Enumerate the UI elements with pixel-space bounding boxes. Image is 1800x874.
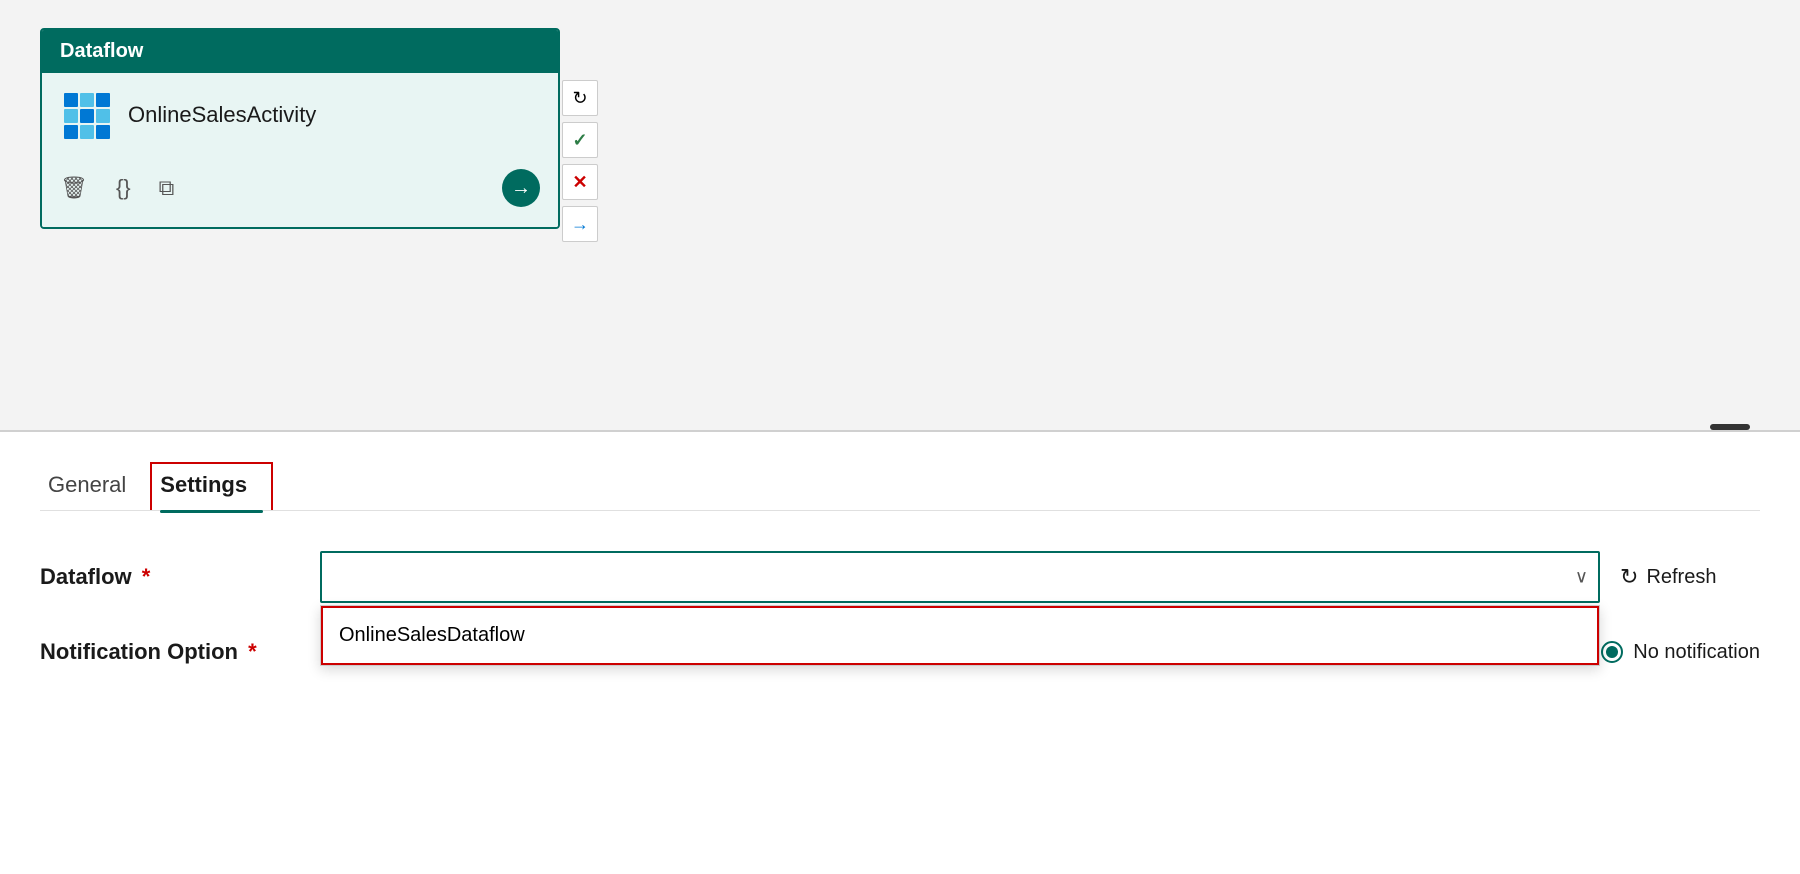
refresh-label: Refresh — [1646, 566, 1716, 589]
notification-required-star: * — [242, 639, 257, 664]
notification-label: Notification Option * — [40, 639, 320, 665]
dataflow-node-actions: 🗑 {} ⧉ → — [60, 169, 540, 207]
braces-icon[interactable]: {} — [116, 175, 131, 201]
delete-icon[interactable]: 🗑 — [60, 175, 88, 201]
tab-general-label: General — [48, 472, 126, 497]
no-notification-radio[interactable] — [1601, 641, 1623, 663]
tab-general[interactable]: General — [40, 464, 150, 510]
dataflow-dropdown-wrapper: ∨ OnlineSalesDataflow — [320, 551, 1600, 603]
dataflow-node-title: Dataflow — [60, 40, 143, 62]
settings-panel: General Settings Dataflow * ∨ OnlineSale… — [0, 432, 1800, 874]
refresh-icon: ↻ — [1620, 564, 1638, 590]
activity-name: OnlineSalesActivity — [128, 102, 316, 128]
cross-connector[interactable]: ✕ — [562, 164, 598, 200]
copy-icon[interactable]: ⧉ — [159, 175, 175, 201]
arrow-icon: → — [511, 177, 531, 200]
dataflow-grid-icon — [60, 89, 112, 141]
dataflow-dropdown-input[interactable] — [320, 551, 1600, 603]
redo-connector[interactable]: ↻ — [562, 80, 598, 116]
dataflow-node-body: OnlineSalesActivity 🗑 {} ⧉ → — [42, 73, 558, 227]
tab-settings-label: Settings — [160, 472, 247, 497]
check-icon: ✓ — [572, 130, 587, 151]
check-connector[interactable]: ✓ — [562, 122, 598, 158]
dataflow-node-header: Dataflow — [42, 30, 558, 73]
side-connectors: ↻ ✓ ✕ → — [562, 80, 598, 242]
dataflow-field-row: Dataflow * ∨ OnlineSalesDataflow ↻ Refre… — [40, 551, 1760, 603]
tab-settings[interactable]: Settings — [150, 462, 273, 510]
refresh-button[interactable]: ↻ Refresh — [1620, 564, 1760, 590]
arrow-button[interactable]: → — [502, 169, 540, 207]
dataflow-required-star: * — [136, 564, 151, 589]
dropdown-option-online-sales[interactable]: OnlineSalesDataflow — [321, 606, 1599, 665]
canvas-area: Dataflow OnlineSalesActivit — [0, 0, 1800, 430]
dataflow-label: Dataflow * — [40, 564, 320, 590]
arrow-connector[interactable]: → — [562, 206, 598, 242]
dataflow-node-title-row: OnlineSalesActivity — [60, 89, 540, 141]
arrow-right-icon: → — [571, 214, 589, 235]
cross-icon: ✕ — [572, 172, 587, 193]
dataflow-control-area: ∨ OnlineSalesDataflow ↻ Refresh — [320, 551, 1760, 603]
no-notification-label: No notification — [1633, 641, 1760, 664]
dataflow-node: Dataflow OnlineSalesActivit — [40, 28, 560, 229]
dataflow-dropdown-popup: OnlineSalesDataflow — [320, 605, 1600, 666]
tabs-row: General Settings — [40, 432, 1760, 511]
redo-icon: ↻ — [572, 88, 587, 109]
